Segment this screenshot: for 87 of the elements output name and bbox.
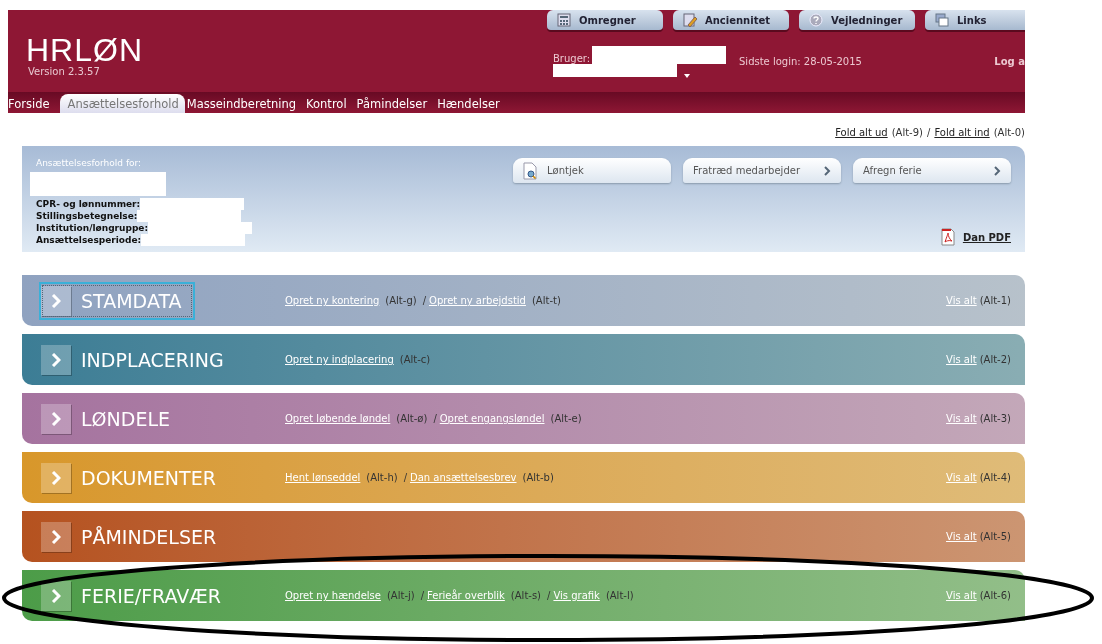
chevron-right-icon xyxy=(51,470,61,485)
pdf-file-icon xyxy=(940,228,955,246)
chevron-right-icon xyxy=(823,165,831,176)
shortcut-hint: (Alt-5) xyxy=(979,531,1011,542)
nav-tab[interactable]: Hændelser xyxy=(437,94,508,113)
shortcut-hint: (Alt-0) xyxy=(993,127,1025,138)
separator-text: / xyxy=(420,590,425,601)
expand-all-link[interactable]: Fold alt ud xyxy=(835,127,888,138)
toolbar-tab[interactable]: Links xyxy=(925,10,1025,30)
section-toggle[interactable]: STAMDATA xyxy=(39,281,195,320)
pencil-icon xyxy=(683,13,697,27)
nav-tab[interactable]: Ansættelsesforhold xyxy=(59,94,185,113)
shortcut-hint: (Alt-s) xyxy=(510,590,542,601)
chevron-right-icon xyxy=(51,352,61,367)
separator-text: / xyxy=(927,127,931,138)
user-label: Bruger: xyxy=(553,53,591,64)
shortcut-hint: (Alt-b) xyxy=(522,472,554,483)
shortcut-hint: (Alt-6) xyxy=(979,590,1011,601)
shortcut-hint: (Alt-4) xyxy=(979,472,1011,483)
shortcut-hint: (Alt-e) xyxy=(550,413,582,424)
shortcut-hint: (Alt-j) xyxy=(386,590,415,601)
shortcut-hint: (Alt-c) xyxy=(399,354,431,365)
shortcut-hint: (Alt-3) xyxy=(979,413,1011,424)
calculator-icon xyxy=(557,13,571,27)
view-all-link[interactable]: Vis alt xyxy=(946,531,977,542)
logout-link[interactable]: Log a xyxy=(994,56,1025,67)
section-link[interactable]: Hent lønseddel xyxy=(285,472,361,483)
shortcut-hint: (Alt-2) xyxy=(979,354,1011,365)
section-toggle[interactable]: INDPLACERING xyxy=(39,340,285,379)
nav-tab[interactable]: Påmindelser xyxy=(356,94,436,113)
section-toggle[interactable]: LØNDELE xyxy=(39,399,285,438)
section-link[interactable]: Opret engangsløndel xyxy=(439,413,545,424)
shortcut-hint: (Alt-g) xyxy=(385,295,417,306)
chevron-right-icon xyxy=(993,165,1001,176)
nav-tab[interactable]: Forside xyxy=(8,94,58,113)
shortcut-hint: (Alt-l) xyxy=(605,590,634,601)
field-label: Institution/løngruppe: xyxy=(36,223,149,233)
collapse-all-link[interactable]: Fold alt ind xyxy=(934,127,990,138)
section-link[interactable]: Dan ansættelsesbrev xyxy=(410,472,517,483)
chevron-right-icon xyxy=(51,293,61,308)
separator-text: / xyxy=(403,472,407,483)
shortcut-hint: (Alt-t) xyxy=(531,295,561,306)
section-link[interactable]: Ferieår overblik xyxy=(427,590,505,601)
section-toggle[interactable]: DOKUMENTER xyxy=(39,458,285,497)
app-logo: HRLØN xyxy=(26,34,144,66)
caret-icon xyxy=(684,74,690,78)
section-link[interactable]: Opret ny arbejdstid xyxy=(429,295,526,306)
view-all-link[interactable]: Vis alt xyxy=(946,413,977,424)
section-link[interactable]: Opret ny hændelse xyxy=(285,590,381,601)
action-button[interactable]: Løntjek xyxy=(513,158,671,183)
field-label: Stillingsbetegnelse: xyxy=(36,211,138,221)
role-dropdown[interactable] xyxy=(553,64,677,77)
section-toggle[interactable]: PÅMINDELSER xyxy=(39,517,285,556)
user-field[interactable] xyxy=(592,46,727,64)
section-toggle[interactable]: FERIE/FRAVÆR xyxy=(39,576,285,615)
separator-text: / xyxy=(547,590,551,601)
action-button[interactable]: Fratræd medarbejder xyxy=(683,158,841,183)
windows-icon xyxy=(935,13,949,27)
shortcut-hint: (Alt-9) xyxy=(891,127,923,138)
action-button[interactable]: Afregn ferie xyxy=(853,158,1011,183)
field-label: CPR- og lønnummer: xyxy=(36,199,141,209)
toolbar-tab[interactable]: Vejledninger xyxy=(799,10,915,30)
section-link[interactable]: Opret ny indplacering xyxy=(285,354,394,365)
section-link[interactable]: Opret ny kontering xyxy=(285,295,380,306)
field-label: Ansættelsesperiode: xyxy=(36,235,142,245)
nav-tab[interactable]: Kontrol xyxy=(306,94,355,113)
chevron-right-icon xyxy=(51,529,61,544)
toolbar-tab[interactable]: Anciennitet xyxy=(673,10,789,30)
nav-tab[interactable]: Masseindberetning xyxy=(186,94,305,113)
last-login-text: Sidste login: 28-05-2015 xyxy=(739,56,862,67)
separator-text: / xyxy=(422,295,427,306)
document-search-icon xyxy=(523,161,537,180)
view-all-link[interactable]: Vis alt xyxy=(946,354,977,365)
help-icon xyxy=(809,13,823,27)
toolbar-tab[interactable]: Omregner xyxy=(547,10,663,30)
section-link[interactable]: Vis grafik xyxy=(553,590,600,601)
create-pdf-link[interactable]: Dan PDF xyxy=(962,231,1011,243)
version-label: Version 2.3.57 xyxy=(28,66,101,77)
shortcut-hint: (Alt-ø) xyxy=(396,413,428,424)
view-all-link[interactable]: Vis alt xyxy=(946,590,977,601)
section-link[interactable]: Opret løbende løndel xyxy=(285,413,391,424)
panel-heading: Ansættelsesforhold for: xyxy=(35,158,143,168)
chevron-right-icon xyxy=(51,588,61,603)
chevron-right-icon xyxy=(51,411,61,426)
shortcut-hint: (Alt-h) xyxy=(366,472,398,483)
shortcut-hint: (Alt-1) xyxy=(979,295,1011,306)
separator-text: / xyxy=(433,413,437,424)
